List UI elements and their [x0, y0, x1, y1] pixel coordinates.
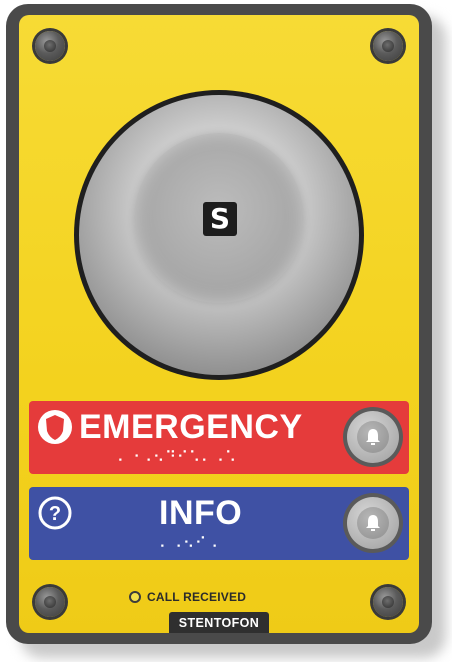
brand-plate: STENTOFON: [169, 612, 269, 633]
info-call-button[interactable]: [343, 493, 403, 553]
speaker-grille: S: [74, 90, 364, 380]
shield-icon: [38, 410, 72, 444]
emergency-braille: ⠄⠐⠠⠢⠙⠊⠡⠄⠠⠡: [117, 448, 237, 466]
svg-text:?: ?: [49, 503, 61, 525]
brand-name: STENTOFON: [178, 615, 260, 630]
bell-icon: [366, 429, 380, 445]
question-icon: ?: [38, 496, 72, 530]
bell-icon: [366, 515, 380, 531]
speaker-ring: S: [79, 95, 359, 375]
emergency-label: EMERGENCY: [79, 408, 303, 446]
status-led-icon: [129, 591, 141, 603]
screw-bottom-right-icon: [373, 587, 403, 617]
stentofon-logo: S: [203, 202, 237, 236]
info-braille: ⠄⠠⠢⠊⠠: [159, 534, 219, 552]
screw-top-right-icon: [373, 31, 403, 61]
screw-top-left-icon: [35, 31, 65, 61]
emergency-call-button[interactable]: [343, 407, 403, 467]
status-label: CALL RECEIVED: [147, 590, 247, 604]
faceplate: S EMERGENCY ⠄⠐⠠⠢⠙⠊⠡⠄⠠⠡ ? INFO ⠄⠠⠢⠊⠠ CALL…: [19, 15, 419, 633]
emergency-band: EMERGENCY ⠄⠐⠠⠢⠙⠊⠡⠄⠠⠡: [29, 401, 409, 474]
info-label: INFO: [159, 494, 243, 532]
intercom-panel: S EMERGENCY ⠄⠐⠠⠢⠙⠊⠡⠄⠠⠡ ? INFO ⠄⠠⠢⠊⠠ CALL…: [6, 4, 432, 644]
info-band: ? INFO ⠄⠠⠢⠊⠠: [29, 487, 409, 560]
screw-bottom-left-icon: [35, 587, 65, 617]
call-received-indicator: CALL RECEIVED: [129, 589, 246, 605]
